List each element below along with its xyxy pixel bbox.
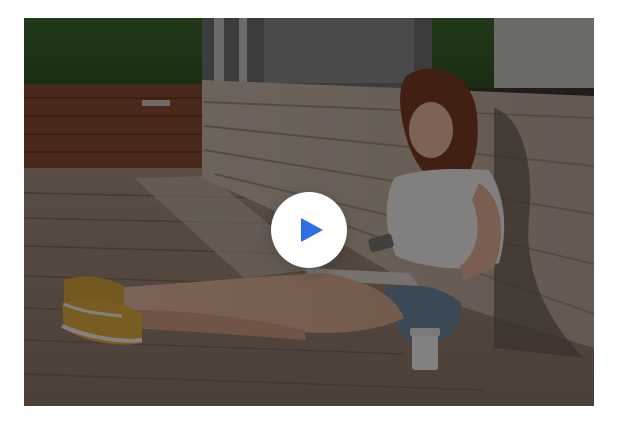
play-button[interactable]	[271, 192, 347, 268]
page	[0, 0, 619, 435]
video-player[interactable]	[24, 18, 594, 406]
play-icon	[300, 218, 323, 242]
